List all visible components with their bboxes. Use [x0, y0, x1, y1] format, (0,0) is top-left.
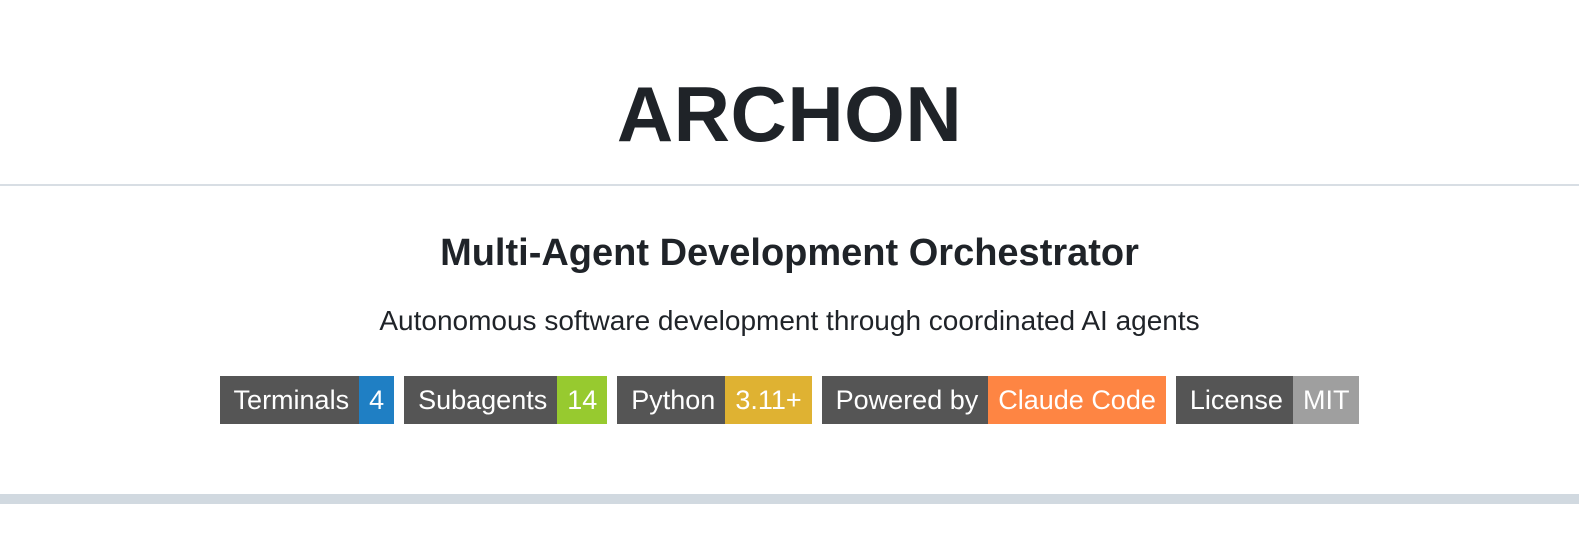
- badge-value: 14: [557, 376, 608, 424]
- badge-license[interactable]: License MIT: [1175, 376, 1360, 424]
- badge-python[interactable]: Python 3.11+: [617, 376, 812, 424]
- title-divider: [0, 184, 1579, 186]
- badge-value: 4: [359, 376, 395, 424]
- badge-terminals[interactable]: Terminals 4: [219, 376, 395, 424]
- badge-subagents[interactable]: Subagents 14: [404, 376, 608, 424]
- badge-value: 3.11+: [725, 376, 812, 424]
- badge-label: Python: [617, 376, 726, 424]
- header: ARCHON: [0, 0, 1579, 184]
- page-title: ARCHON: [616, 70, 963, 158]
- badge-label: Subagents: [404, 376, 558, 424]
- tagline: Autonomous software development through …: [379, 305, 1200, 336]
- section-divider: [0, 494, 1579, 504]
- badge-label: License: [1175, 376, 1293, 424]
- badge-powered-by[interactable]: Powered by Claude Code: [821, 376, 1166, 424]
- badge-label: Powered by: [821, 376, 989, 424]
- badge-label: Terminals: [219, 376, 360, 424]
- badge-row: Terminals 4 Subagents 14 Python 3.11+ Po…: [0, 376, 1579, 424]
- subtitle: Multi-Agent Development Orchestrator: [440, 232, 1139, 274]
- badge-value: Claude Code: [988, 376, 1166, 424]
- badge-value: MIT: [1292, 376, 1360, 424]
